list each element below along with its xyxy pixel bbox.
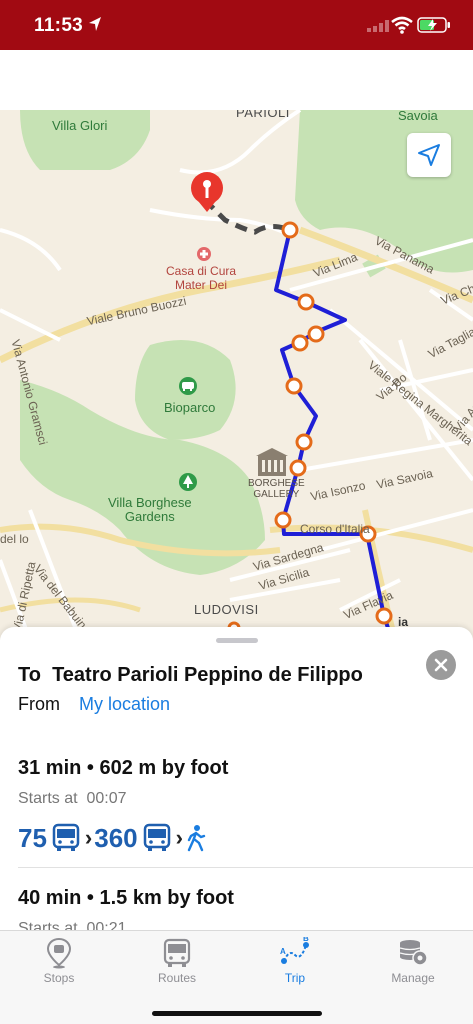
- current-location-button[interactable]: [407, 133, 451, 177]
- trip-map[interactable]: PARIOLI Villa Glori Savoia Via Lima Via …: [0, 110, 473, 640]
- trip-route-icon: A B: [280, 937, 309, 964]
- map-label-casa-di-cura: Casa di Cura Mater Dei: [166, 264, 236, 292]
- map-label-savoia: Savoia: [398, 110, 438, 123]
- map-label-ludovisi: LUDOVISI: [194, 602, 259, 617]
- chevron-right-icon: ›: [175, 825, 183, 850]
- hospital-cross-icon: [197, 247, 211, 261]
- to-prefix: To: [18, 664, 41, 686]
- trip-option-start-label: Starts at: [18, 920, 78, 930]
- map-label-corso-d-italia: Corso d'Italia: [300, 522, 370, 536]
- chevron-right-icon: ›: [84, 825, 93, 850]
- trip-option-start: Starts at 00:21: [18, 920, 127, 930]
- home-indicator[interactable]: [152, 1011, 322, 1016]
- map-label-villa-borghese-line1: Villa Borghese: [108, 495, 192, 510]
- option-divider: [18, 867, 473, 868]
- trip-option-title: 40 min • 1.5 km by foot: [18, 887, 234, 909]
- origin-link[interactable]: My location: [79, 694, 170, 714]
- bus-icon: [163, 938, 191, 967]
- bus-stop-marker[interactable]: [295, 433, 313, 451]
- svg-text:B: B: [303, 937, 309, 943]
- bus-stop-marker[interactable]: [307, 325, 325, 343]
- origin-row: From My location: [18, 694, 170, 715]
- bus-stop-marker[interactable]: [291, 334, 309, 352]
- tab-label: Stops: [43, 971, 75, 985]
- zoo-elephant-icon: [179, 377, 197, 395]
- walking-person-icon: [187, 825, 206, 852]
- walking-path: [203, 198, 291, 235]
- battery-charging-icon: [417, 17, 450, 33]
- cellular-signal-icon: [367, 20, 389, 32]
- destination-title: To Teatro Parioli Peppino de Filippo: [18, 664, 363, 687]
- museum-icon: [256, 448, 288, 476]
- tab-routes[interactable]: Routes: [118, 931, 236, 991]
- bus-line-number: 360: [94, 822, 138, 853]
- tab-stops[interactable]: Stops: [0, 931, 118, 991]
- destination-name: Teatro Parioli Peppino de Filippo: [52, 664, 363, 686]
- map-label-borghese-gallery-line1: BORGHESE: [248, 478, 305, 489]
- bus-stop-marker[interactable]: [281, 221, 299, 239]
- trip-sheet[interactable]: To Teatro Parioli Peppino de Filippo Fro…: [0, 627, 473, 930]
- from-label: From: [18, 694, 60, 714]
- destination-pin-icon[interactable]: [191, 172, 223, 212]
- park-tree-icon: [179, 473, 197, 491]
- tab-label: Trip: [284, 971, 306, 985]
- bus-icon: [52, 823, 80, 851]
- map-label-bioparco: Bioparco: [164, 400, 216, 415]
- tab-manage[interactable]: Manage: [354, 931, 472, 991]
- map-label-borghese-gallery-line2: GALLERY: [253, 489, 300, 500]
- stop-pin-icon: [46, 937, 72, 969]
- trip-option-start-time: 00:21: [86, 920, 127, 930]
- tab-label: Routes: [157, 971, 197, 985]
- map-label-villa-borghese-line2: Gardens: [124, 509, 175, 524]
- map-label-borghese-gallery: BORGHESE GALLERY: [248, 478, 305, 500]
- sheet-grabber[interactable]: [216, 638, 258, 643]
- close-button[interactable]: [426, 650, 456, 680]
- manage-gear-icon: [399, 940, 428, 966]
- close-icon: [434, 658, 448, 672]
- tab-trip[interactable]: A B Trip: [236, 931, 354, 991]
- svg-text:A: A: [280, 947, 286, 956]
- trip-option-title: 31 min • 602 m by foot: [18, 757, 229, 779]
- status-time: 11:53: [34, 15, 84, 36]
- bus-stop-marker[interactable]: [297, 293, 315, 311]
- map-label-del-lo: del lo: [0, 532, 29, 546]
- tab-label: Manage: [391, 971, 435, 985]
- wifi-icon: [391, 16, 413, 34]
- trip-option-start-label: Starts at: [18, 790, 78, 807]
- bus-icon: [143, 823, 170, 851]
- map-label-casa-di-cura-line1: Casa di Cura: [166, 264, 237, 278]
- location-arrow-icon: [418, 144, 440, 166]
- tab-bar: Stops Routes A B Trip Manage: [0, 930, 473, 1024]
- location-arrow-icon: [89, 17, 101, 31]
- status-bar: 11:53: [0, 0, 473, 50]
- bus-stop-marker[interactable]: [289, 459, 307, 477]
- map-label-parioli: PARIOLI: [236, 110, 290, 120]
- trip-option-start: Starts at 00:07: [18, 790, 127, 808]
- trip-option-start-time: 00:07: [86, 790, 127, 807]
- bus-stop-marker[interactable]: [274, 511, 292, 529]
- map-label-villa-borghese: Villa Borghese Gardens: [108, 496, 192, 524]
- navigation-bar: [0, 50, 473, 110]
- bus-stop-marker[interactable]: [375, 607, 393, 625]
- bus-stop-marker[interactable]: [285, 377, 303, 395]
- trip-option-legs: 75 › 360 ›: [18, 821, 207, 855]
- map-label-casa-di-cura-line2: Mater Dei: [175, 278, 228, 292]
- bus-line-number: 75: [18, 822, 47, 853]
- map-label-villa-glori: Villa Glori: [52, 118, 108, 133]
